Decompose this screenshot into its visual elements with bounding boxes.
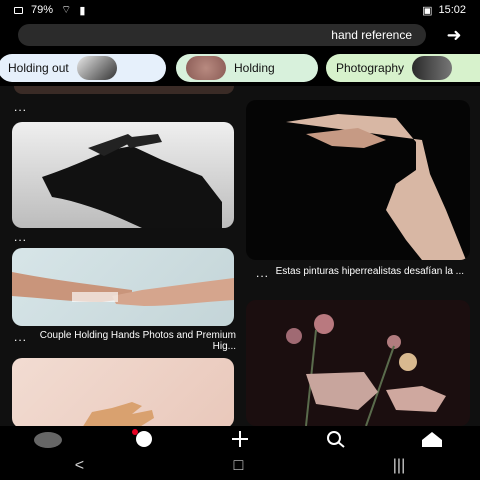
status-right: ▣ 15:02: [422, 4, 466, 17]
clock: 15:02: [438, 4, 466, 16]
pin-image-hand-reaching[interactable]: [12, 122, 234, 228]
pin-card-partial[interactable]: [14, 86, 234, 94]
chip-holding[interactable]: Holding: [176, 54, 318, 82]
system-navigation: < □ |||: [0, 452, 480, 480]
couple-hands-image: [12, 272, 234, 306]
pin-title[interactable]: Estas pinturas hiperrealistas desafían l…: [246, 266, 464, 277]
search-icon[interactable]: [318, 428, 354, 450]
chip-photography[interactable]: Photography: [326, 54, 480, 82]
pin-feed[interactable]: ... ... Couple Holding Hands Photos and …: [0, 86, 480, 426]
back-button-icon[interactable]: <: [75, 457, 84, 475]
back-arrow-icon[interactable]: ➜: [444, 26, 464, 44]
profile-icon[interactable]: [30, 428, 66, 450]
battery-icon: [14, 6, 23, 14]
signal-icon: ▮: [79, 4, 86, 17]
battery-text: 79%: [31, 4, 54, 16]
wifi-icon: ⌔: [61, 4, 72, 16]
messages-icon[interactable]: [126, 428, 162, 450]
status-bar: 79% ⌔ ▮ ▣ 15:02: [0, 0, 480, 20]
search-area: hand reference ➜: [0, 20, 480, 50]
chip-label: Holding out: [8, 61, 69, 75]
bottom-navigation: [0, 426, 480, 452]
more-options-button[interactable]: ...: [14, 330, 27, 344]
search-input[interactable]: hand reference: [18, 24, 426, 46]
pin-title[interactable]: Couple Holding Hands Photos and Premium …: [14, 330, 236, 352]
home-button-icon[interactable]: □: [234, 457, 244, 475]
more-options-button[interactable]: ...: [256, 266, 269, 280]
pin-image-flower[interactable]: [246, 300, 470, 426]
pin-image-dark-hand[interactable]: [246, 100, 470, 260]
flower-image: [286, 314, 446, 426]
pin-image-couple-hands[interactable]: [12, 248, 234, 326]
chip-thumbnail: [412, 56, 453, 80]
recent-apps-icon[interactable]: |||: [393, 457, 405, 475]
filter-chips: Holding out Holding Photography: [0, 52, 480, 84]
pink-hand-image: [83, 402, 154, 426]
hand-image: [42, 134, 222, 228]
chip-holding-out[interactable]: Holding out: [0, 54, 166, 82]
home-icon[interactable]: [414, 428, 450, 450]
status-left: 79% ⌔ ▮: [14, 3, 85, 17]
more-options-button[interactable]: ...: [14, 100, 27, 114]
chip-thumbnail: [76, 56, 117, 80]
notification-icon: ▣: [422, 4, 433, 17]
chip-thumbnail: [186, 56, 226, 80]
dark-hand-image: [286, 114, 466, 260]
chip-label: Photography: [336, 61, 405, 75]
add-icon[interactable]: [222, 428, 258, 450]
more-options-button[interactable]: ...: [14, 230, 27, 244]
chip-label: Holding: [234, 61, 275, 75]
search-query: hand reference: [331, 28, 412, 42]
pin-image-pink-hand[interactable]: [12, 358, 234, 426]
